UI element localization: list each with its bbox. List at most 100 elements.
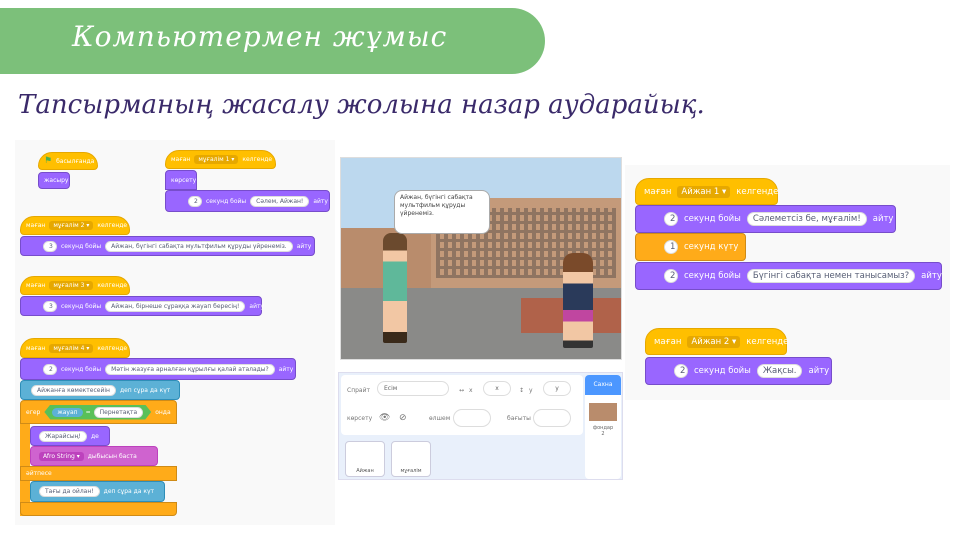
slide-title: Компьютермен жұмыс <box>72 20 448 53</box>
question-input[interactable]: Тағы да ойлан! <box>39 486 100 497</box>
block-label: маған <box>171 156 191 163</box>
ask-and-wait-block[interactable]: Тағы да ойлан! деп сұра да күт <box>30 481 165 502</box>
block-label: басылғанда <box>56 157 95 165</box>
eye-slash-icon[interactable]: ⊘ <box>399 413 407 423</box>
say-for-secs-block[interactable]: 2 секунд бойы Сәлем, Айжан! айту <box>165 190 330 212</box>
hide-block[interactable]: жасыру <box>38 172 70 189</box>
equals-operator[interactable]: жауап = Пернетақта <box>44 405 151 420</box>
block-label: дыбысын баста <box>87 452 137 460</box>
say-for-secs-block[interactable]: 2 секунд бойы Бүгінгі сабақта немен таныса… <box>635 262 942 290</box>
block-label: де <box>90 432 99 440</box>
secs-input[interactable]: 2 <box>664 212 678 226</box>
say-for-secs-block[interactable]: 3 секунд бойы Айжан, бүгінгі сабақта мульт… <box>20 236 315 256</box>
say-for-secs-block[interactable]: 3 секунд бойы Айжан, бірнеше сұраққа жауап… <box>20 296 264 316</box>
block-label: деп сұра да күт <box>103 488 154 495</box>
backdrops-count: 2 <box>601 431 605 437</box>
block-label: маған <box>644 186 672 197</box>
secs-input[interactable]: 3 <box>43 240 57 252</box>
say-for-secs-block[interactable]: 2 секунд бойы Сәлеметсіз бе, мұғалім! айту <box>635 205 896 233</box>
value-input[interactable]: Пернетақта <box>94 407 144 418</box>
secs-input[interactable]: 2 <box>674 364 688 378</box>
block-label: секунд бойы <box>61 242 102 250</box>
size-input[interactable] <box>453 409 491 427</box>
start-sound-block[interactable]: Afro String ▾ дыбысын баста <box>30 446 158 466</box>
block-label: егер <box>26 408 41 416</box>
secs-input[interactable]: 2 <box>664 269 678 283</box>
block-label: келгенде <box>97 282 128 289</box>
block-label: айту <box>296 242 312 250</box>
dropdown-value: мұғалім 4 <box>53 344 85 352</box>
text-input[interactable]: Айжан, бірнеше сұраққа жауап бересің! <box>105 300 246 312</box>
ask-and-wait-block[interactable]: Айжанға көмектесейін деп сұра да күт <box>20 380 180 400</box>
sprite-thumb-aizhan[interactable]: Айжан <box>345 441 385 477</box>
show-block[interactable]: көрсету <box>165 170 197 190</box>
secs-input[interactable]: 2 <box>43 363 57 375</box>
sprite-thumb-label: мұғалім <box>400 468 422 474</box>
y-label: y <box>529 387 533 394</box>
question-input[interactable]: Айжанға көмектесейін <box>31 384 116 396</box>
when-receive-hat[interactable]: маған мұғалім 4 ▾ келгенде <box>20 338 130 358</box>
say-block[interactable]: Жарайсың! де <box>30 426 110 446</box>
message-dropdown[interactable]: мұғалім 3 ▾ <box>49 281 94 290</box>
sprite-label: Спрайт <box>347 387 370 394</box>
answer-reporter[interactable]: жауап <box>52 408 82 417</box>
size-label: өлшем <box>429 415 451 422</box>
backdrop-thumbnail <box>589 403 617 421</box>
slide-subtitle: Тапсырманың жасалу жолына назар аударайы… <box>18 90 705 120</box>
flag-clicked-hat[interactable]: ⚑ басылғанда <box>38 152 98 170</box>
sound-dropdown[interactable]: Afro String ▾ <box>39 451 84 461</box>
block-label: деп сұра да күт <box>119 386 171 394</box>
sprite-thumb-teacher[interactable]: мұғалім <box>391 441 431 477</box>
message-dropdown[interactable]: мұғалім 4 ▾ <box>49 343 94 353</box>
text-input[interactable]: Сәлем, Айжан! <box>250 195 310 207</box>
aizhan-sprite[interactable] <box>563 253 593 348</box>
text-input[interactable]: Мәтін жазуға арналған құрылғы қалай атал… <box>105 363 275 375</box>
text-input[interactable]: Жақсы. <box>756 364 803 378</box>
dropdown-value: мұғалім 1 <box>198 156 230 163</box>
sprite-name-input[interactable]: Есім <box>377 381 449 396</box>
text-input[interactable]: Жарайсың! <box>39 430 87 442</box>
message-dropdown[interactable]: мұғалім 1 ▾ <box>194 155 239 164</box>
if-else-block[interactable]: егер жауап = Пернетақта онда <box>20 400 177 424</box>
block-label: келгенде <box>97 344 128 352</box>
when-receive-hat[interactable]: маған Айжан 2 ▾ келгенде <box>645 328 788 355</box>
stage-canvas[interactable] <box>340 157 622 360</box>
eye-icon[interactable]: 👁 <box>379 413 390 423</box>
block-label: келгенде <box>97 222 128 229</box>
block-label: секунд бойы <box>61 365 102 373</box>
when-receive-hat[interactable]: маған мұғалім 2 ▾ келгенде <box>20 216 130 235</box>
block-label: секунд бойы <box>61 302 102 310</box>
block-label: онда <box>155 408 171 416</box>
say-for-secs-block[interactable]: 2 секунд бойы Жақсы. айту <box>645 357 832 385</box>
block-label: маған <box>26 344 46 352</box>
say-for-secs-block[interactable]: 2 секунд бойы Мәтін жазуға арналған құрылғ… <box>20 358 296 380</box>
block-label: секунд бойы <box>684 214 741 224</box>
secs-input[interactable]: 3 <box>43 300 57 312</box>
when-receive-hat[interactable]: маған Айжан 1 ▾ келгенде <box>635 178 778 205</box>
teacher-sprite[interactable] <box>383 233 407 343</box>
message-dropdown[interactable]: мұғалім 2 ▾ <box>49 221 94 230</box>
block-label: секунд күту <box>684 242 739 252</box>
block-label: айту <box>808 366 830 376</box>
when-receive-hat[interactable]: маған мұғалім 1 ▾ келгенде <box>165 150 276 169</box>
dropdown-value: мұғалім 3 <box>53 282 85 289</box>
secs-input[interactable]: 2 <box>188 195 202 207</box>
wait-block[interactable]: 1 секунд күту <box>635 233 746 261</box>
dropdown-value: мұғалім 2 <box>53 222 85 229</box>
message-dropdown[interactable]: Айжан 1 ▾ <box>677 185 731 198</box>
stage-selector[interactable]: Сахна фондар 2 <box>585 375 621 479</box>
text-input[interactable]: Айжан, бүгінгі сабақта мультфильм құруды… <box>105 240 293 252</box>
x-label: x <box>469 387 473 394</box>
block-label: әйтпесе <box>26 470 52 477</box>
when-receive-hat[interactable]: маған мұғалім 3 ▾ келгенде <box>20 276 130 295</box>
if-else-end <box>20 502 177 516</box>
direction-input[interactable] <box>533 409 571 427</box>
message-dropdown[interactable]: Айжан 2 ▾ <box>687 335 741 348</box>
equals-sign: = <box>85 408 91 416</box>
wait-secs-input[interactable]: 1 <box>664 240 678 254</box>
x-input[interactable]: x <box>483 381 511 396</box>
text-input[interactable]: Сәлеметсіз бе, мұғалім! <box>746 212 867 226</box>
block-label: маған <box>26 222 46 229</box>
y-input[interactable]: y <box>543 381 571 396</box>
text-input[interactable]: Бүгінгі сабақта немен танысамыз? <box>746 269 916 283</box>
